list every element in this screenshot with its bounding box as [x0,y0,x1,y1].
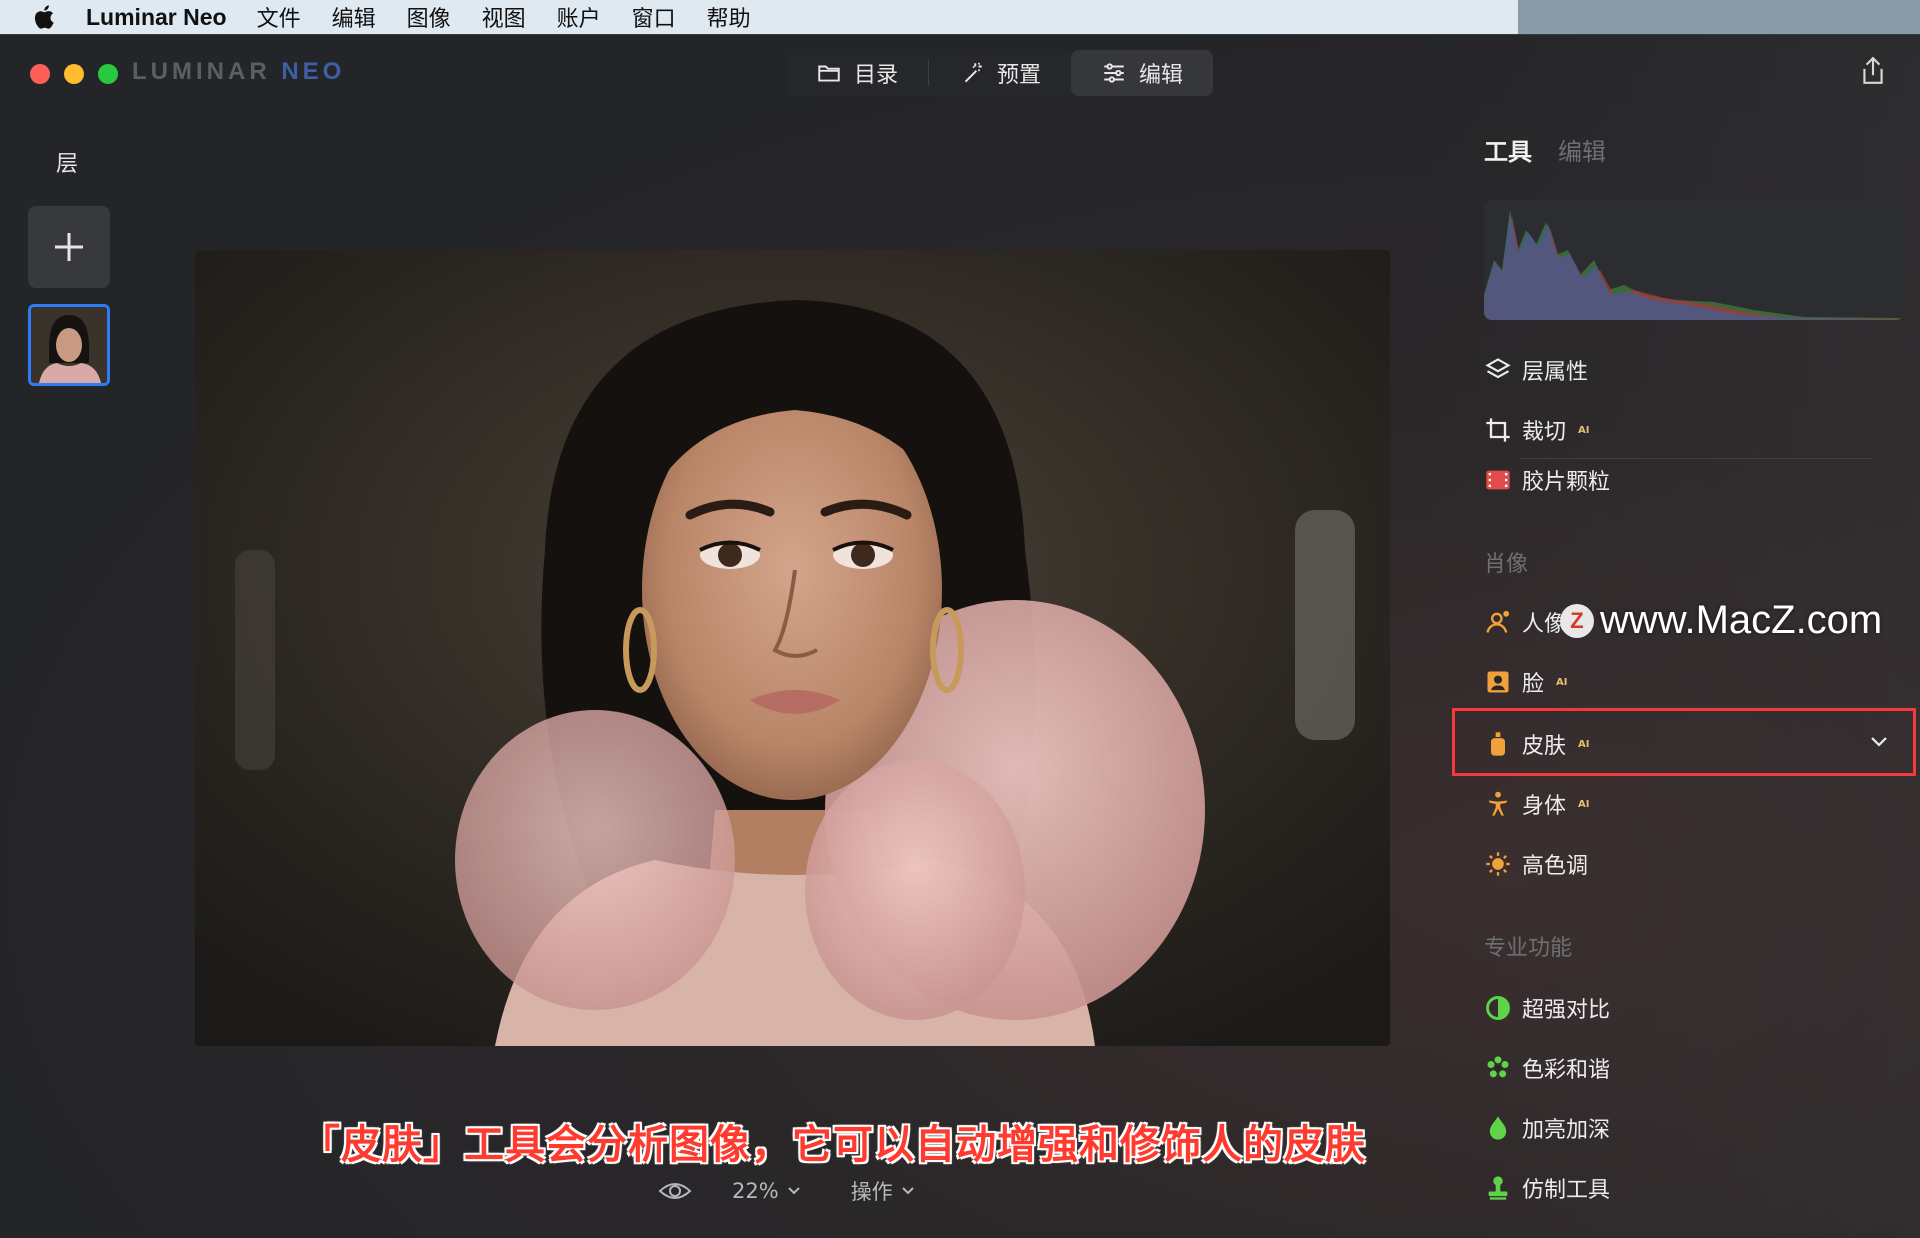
close-window-button[interactable] [30,64,50,84]
logo-luminar: LUMINAR [132,58,282,85]
clone-stamp-icon [1488,1176,1508,1200]
section-pro: 专业功能 [1484,936,1573,961]
tool-label: 脸 [1522,672,1545,697]
crop-icon [1486,418,1510,442]
watermark-badge: Z [1560,603,1594,638]
high-key-icon [1486,852,1510,876]
tool-film-grain[interactable]: 胶片颗粒 [1484,464,1610,496]
watermark: Z www.MacZ.com [1560,598,1882,643]
tool-label: 裁切 [1522,420,1567,445]
layers-title: 层 [56,152,79,177]
right-panel-tabs: 工具 编辑 [1484,132,1606,167]
face-icon [1487,671,1509,693]
tool-label: 身体 [1522,794,1567,819]
color-harmony-icon [1487,1056,1509,1078]
layers-icon [1485,358,1511,379]
tool-supercontrast[interactable]: 超强对比 [1484,992,1610,1024]
layer-thumbnail[interactable] [28,304,110,386]
histogram [1484,200,1904,320]
magic-wand-icon [964,62,982,83]
menu-image[interactable]: 图像 [407,1,451,33]
histogram-graph [1484,210,1904,320]
tool-color-harmony[interactable]: 色彩和谐 [1484,1052,1610,1084]
tool-layer-properties[interactable]: 层属性 [1484,354,1588,386]
tab-edits[interactable]: 编辑 [1558,132,1606,167]
layer-thumbnail-image [31,307,107,383]
section-portrait: 肖像 [1484,552,1529,577]
ai-badge: AI [1578,798,1590,810]
chevron-down-icon[interactable] [1870,736,1888,748]
tab-catalog-label: 目录 [854,63,899,88]
tool-dodge-burn[interactable]: 加亮加深 [1484,1112,1610,1144]
sliders-icon [1104,63,1124,83]
tab-presets[interactable]: 预置 [929,50,1071,96]
contrast-icon [1486,996,1510,1020]
share-icon[interactable] [1860,56,1886,86]
tool-label: 色彩和谐 [1522,1058,1611,1083]
dodge-burn-icon [1489,1116,1507,1140]
tool-label: 胶片颗粒 [1522,470,1611,495]
tool-label: 加亮加深 [1522,1118,1611,1143]
portrait-bokeh-icon [1486,610,1510,633]
tab-tools[interactable]: 工具 [1484,132,1532,167]
ai-badge: AI [1556,676,1568,688]
tool-label: 仿制工具 [1522,1178,1611,1203]
tab-edit[interactable]: 编辑 [1071,50,1214,96]
eye-icon[interactable] [658,1179,692,1203]
window-controls [30,64,118,84]
chevron-down-icon [901,1187,914,1195]
plus-icon [55,233,83,261]
menu-window[interactable]: 窗口 [632,1,676,33]
app-logo: LUMINAR NEO [132,58,345,86]
menu-edit[interactable]: 编辑 [332,1,376,33]
tool-label: 层属性 [1522,360,1589,385]
main-photo[interactable] [195,250,1390,1046]
actions-label: 操作 [850,1180,893,1204]
maximize-window-button[interactable] [98,64,118,84]
app-menu-name[interactable]: Luminar Neo [86,4,227,31]
tool-label: 高色调 [1522,854,1589,879]
actions-dropdown[interactable]: 操作 [851,1176,915,1206]
tool-crop[interactable]: 裁切 AI [1484,414,1589,446]
portrait-image [195,250,1390,1046]
ai-badge: AI [1578,424,1590,436]
mode-tabs: 目录 预置 编辑 [786,50,1214,96]
menu-account[interactable]: 账户 [557,1,601,33]
tool-face[interactable]: 脸 AI [1484,666,1567,698]
logo-neo: NEO [281,58,346,85]
tool-portrait-bokeh[interactable]: 人像 [1484,606,1566,638]
tab-edit-label: 编辑 [1139,63,1184,88]
zoom-dropdown[interactable]: 22% [732,1179,801,1203]
menu-view[interactable]: 视图 [482,1,526,33]
menu-bar: Luminar Neo 文件 编辑 图像 视图 账户 窗口 帮助 [0,0,1920,34]
tab-catalog[interactable]: 目录 [786,50,928,96]
tutorial-caption: 「皮肤」工具会分析图像，它可以自动增强和修饰人的皮肤 [300,1122,1366,1168]
body-icon [1488,791,1508,816]
menubar-right-area [1518,0,1920,34]
tool-high-key[interactable]: 高色调 [1484,848,1588,880]
tab-presets-label: 预置 [997,63,1042,88]
skin-tool-highlight [1452,708,1916,776]
menu-file[interactable]: 文件 [257,1,301,33]
apple-logo-icon[interactable] [30,2,60,32]
zoom-value: 22% [732,1179,779,1203]
folder-icon [818,65,840,82]
canvas-bottom-bar: 22% 操作 [658,1176,915,1206]
tool-clone[interactable]: 仿制工具 [1484,1172,1610,1204]
tool-divider [1520,458,1872,459]
add-layer-button[interactable] [28,206,110,288]
film-icon [1486,470,1510,490]
menu-help[interactable]: 帮助 [707,1,751,33]
minimize-window-button[interactable] [64,64,84,84]
tool-body[interactable]: 身体 AI [1484,788,1589,820]
chevron-down-icon [787,1187,800,1195]
tool-label: 超强对比 [1522,998,1611,1023]
watermark-text: www.MacZ.com [1600,598,1883,642]
